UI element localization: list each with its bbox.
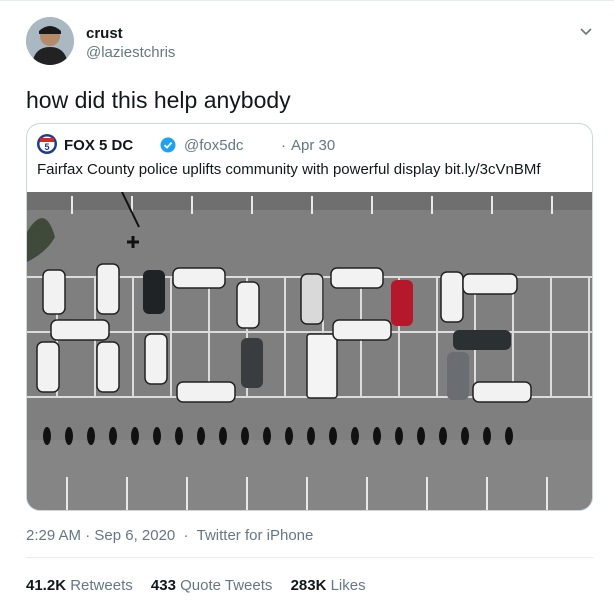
quoted-text: Fairfax County police uplifts community … (37, 161, 541, 178)
timestamp[interactable]: 2:29 AM · Sep 6, 2020 (26, 527, 175, 544)
retweets-stat[interactable]: 41.2K Retweets (26, 577, 133, 594)
meta-separator: · (183, 527, 189, 544)
quoted-photo[interactable] (27, 192, 593, 511)
likes-label: Likes (330, 577, 366, 594)
quoted-separator: · (281, 137, 286, 154)
quoted-author-name[interactable]: FOX 5 DC (64, 137, 133, 154)
retweets-count: 41.2K (26, 577, 67, 594)
engagement-stats: 41.2K Retweets 433 Quote Tweets 283K Lik… (26, 577, 380, 594)
svg-text:5: 5 (44, 142, 49, 152)
author-name[interactable]: crust (86, 25, 123, 42)
verified-badge-icon (160, 137, 176, 153)
chevron-down-icon[interactable] (578, 23, 594, 39)
quoted-tweet[interactable]: 5 FOX 5 DC @fox5dc · Apr 30 Fairfax Coun… (26, 123, 593, 511)
fox5-logo: 5 (37, 134, 57, 154)
quote-tweets-count: 433 (150, 577, 176, 594)
tweet: crust @laziestchris how did this help an… (0, 0, 614, 609)
avatar[interactable] (26, 17, 74, 65)
quoted-author-handle[interactable]: @fox5dc (184, 137, 243, 154)
quoted-date[interactable]: Apr 30 (291, 137, 335, 154)
quote-tweets-label: Quote Tweets (180, 577, 273, 594)
tweet-meta: 2:29 AM · Sep 6, 2020 · Twitter for iPho… (26, 527, 313, 544)
likes-stat[interactable]: 283K Likes (291, 577, 366, 594)
source[interactable]: Twitter for iPhone (197, 527, 314, 544)
likes-count: 283K (290, 577, 327, 594)
quote-tweets-stat[interactable]: 433 Quote Tweets (151, 577, 272, 594)
divider (26, 557, 593, 558)
retweets-label: Retweets (70, 577, 133, 594)
author-handle[interactable]: @laziestchris (86, 44, 175, 61)
tweet-text: how did this help anybody (26, 87, 291, 113)
